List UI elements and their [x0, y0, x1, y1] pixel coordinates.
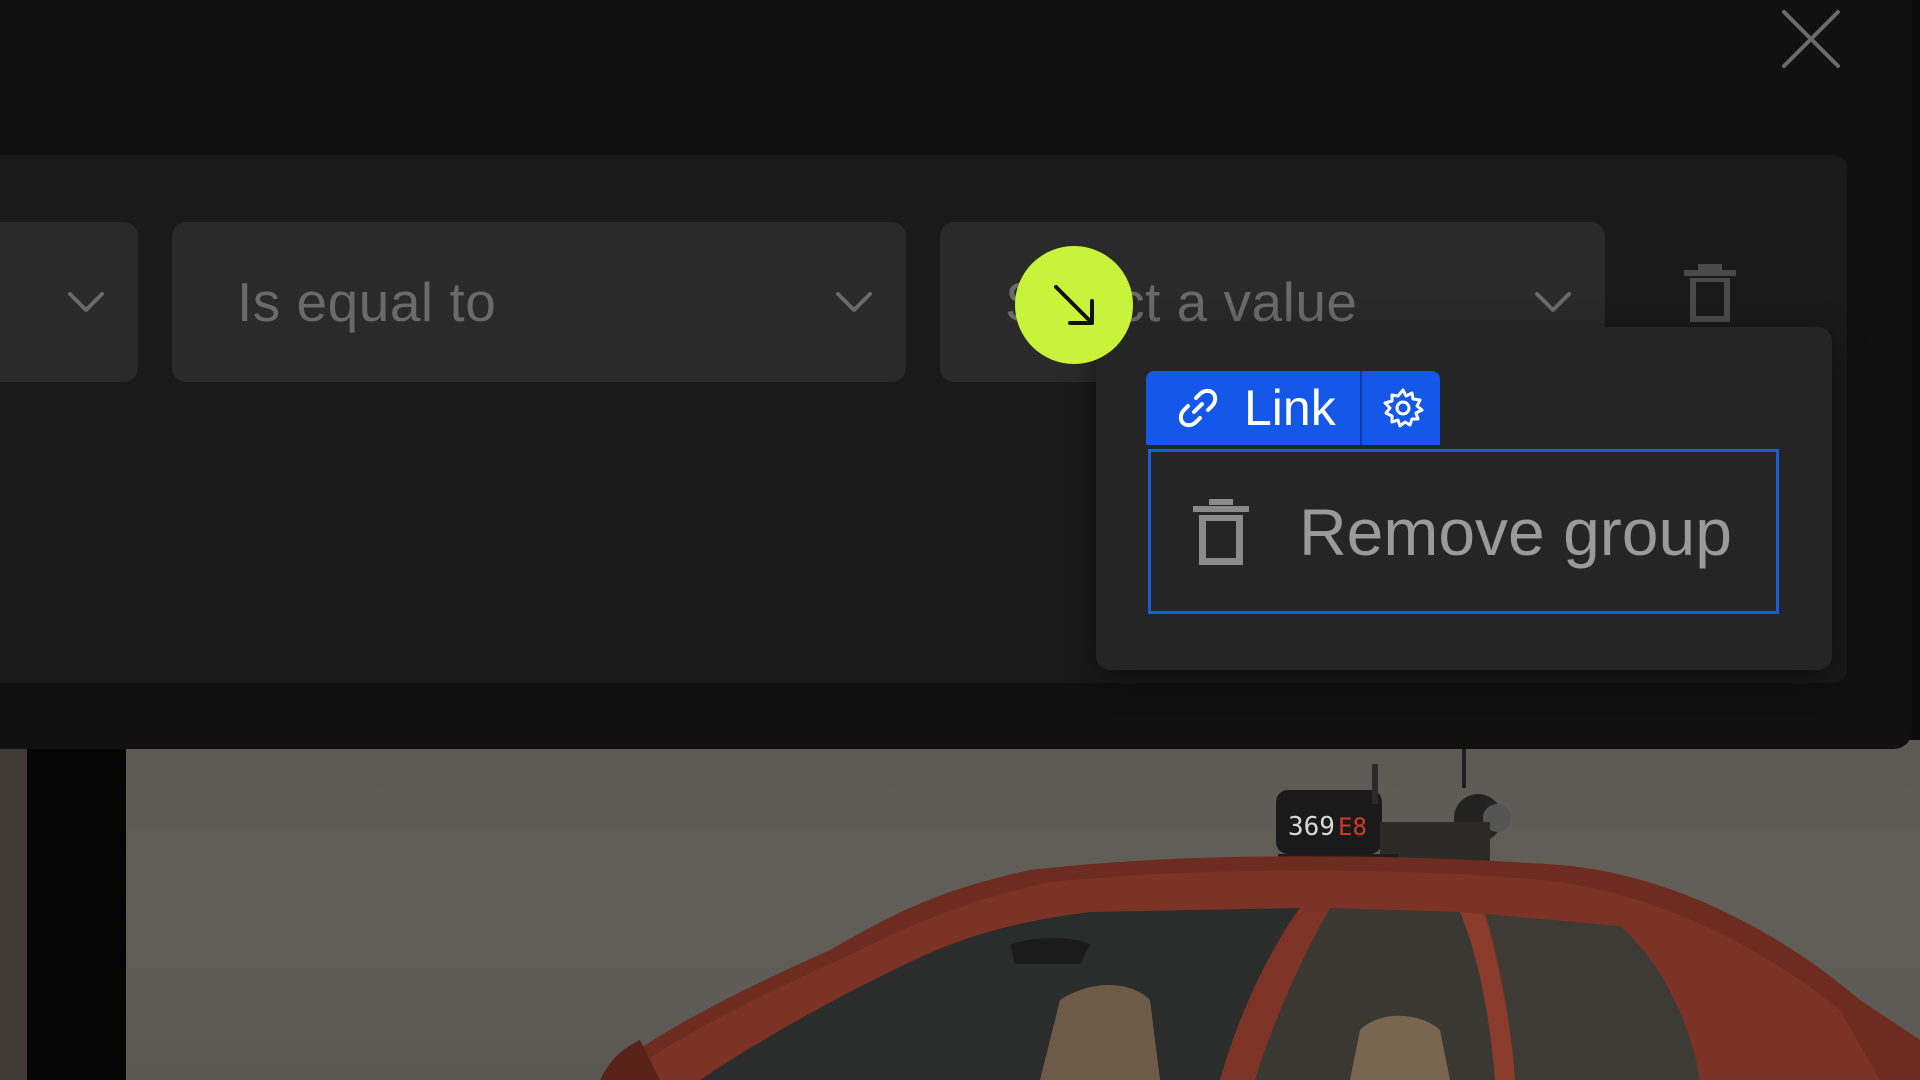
trash-icon — [1193, 498, 1249, 565]
car-image: 369 E8 — [600, 740, 1920, 1080]
value-select-placeholder: Select a value — [1005, 271, 1358, 333]
scoreboard-left: 369 — [1288, 812, 1335, 842]
remove-group-label: Remove group — [1299, 494, 1732, 569]
chevron-down-icon — [68, 292, 104, 312]
chevron-down-icon — [1535, 292, 1571, 312]
background-image: 369 E8 — [0, 740, 1920, 1080]
gear-icon — [1383, 388, 1424, 428]
operator-select-label: Is equal to — [237, 271, 497, 333]
link-icon — [1178, 388, 1218, 428]
trash-icon[interactable] — [1682, 262, 1738, 324]
link-button[interactable]: Link — [1146, 371, 1360, 445]
operator-select[interactable]: Is equal to — [172, 222, 906, 382]
remove-group-menu-item[interactable]: Remove group — [1148, 449, 1779, 614]
link-settings-button[interactable] — [1362, 371, 1440, 445]
close-icon[interactable] — [1776, 4, 1846, 74]
cursor-indicator — [1015, 246, 1133, 364]
link-badge[interactable]: Link — [1146, 371, 1440, 445]
scoreboard-right: E8 — [1338, 813, 1367, 841]
arrow-down-right-icon — [1054, 285, 1094, 325]
chevron-down-icon — [836, 292, 872, 312]
link-label: Link — [1244, 380, 1336, 436]
field-select[interactable] — [0, 222, 138, 382]
screen: 369 E8 Is equal to Select a value Remove… — [0, 0, 1920, 1080]
